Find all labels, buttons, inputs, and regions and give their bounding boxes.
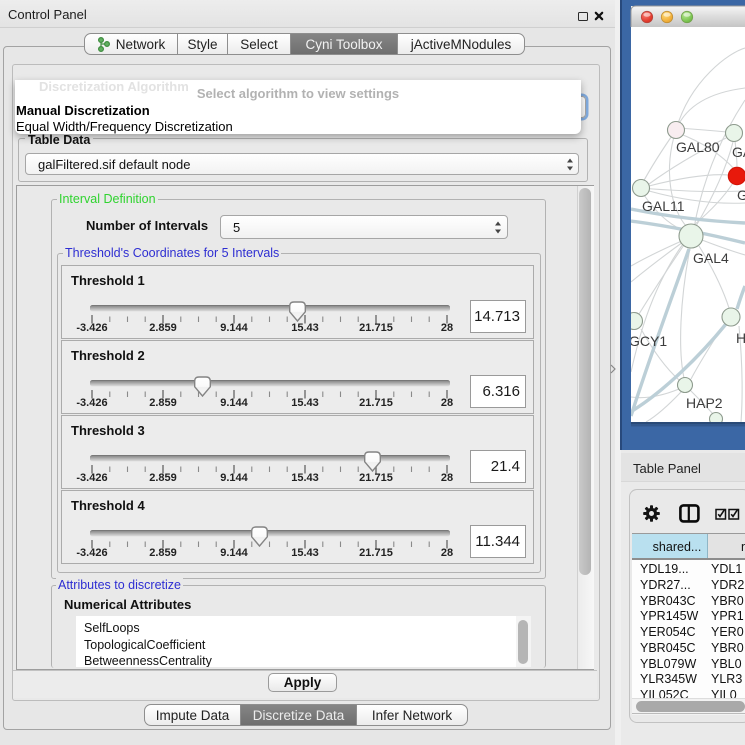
svg-text:GA: GA: [732, 144, 745, 160]
svg-text:HAP2: HAP2: [686, 395, 723, 411]
svg-text:GCY1: GCY1: [629, 333, 667, 349]
svg-text:G: G: [737, 187, 745, 203]
svg-text:GAL11: GAL11: [642, 198, 685, 214]
svg-text:H: H: [736, 330, 745, 346]
svg-text:GAL4: GAL4: [693, 250, 729, 266]
svg-text:GAL80: GAL80: [676, 139, 720, 155]
